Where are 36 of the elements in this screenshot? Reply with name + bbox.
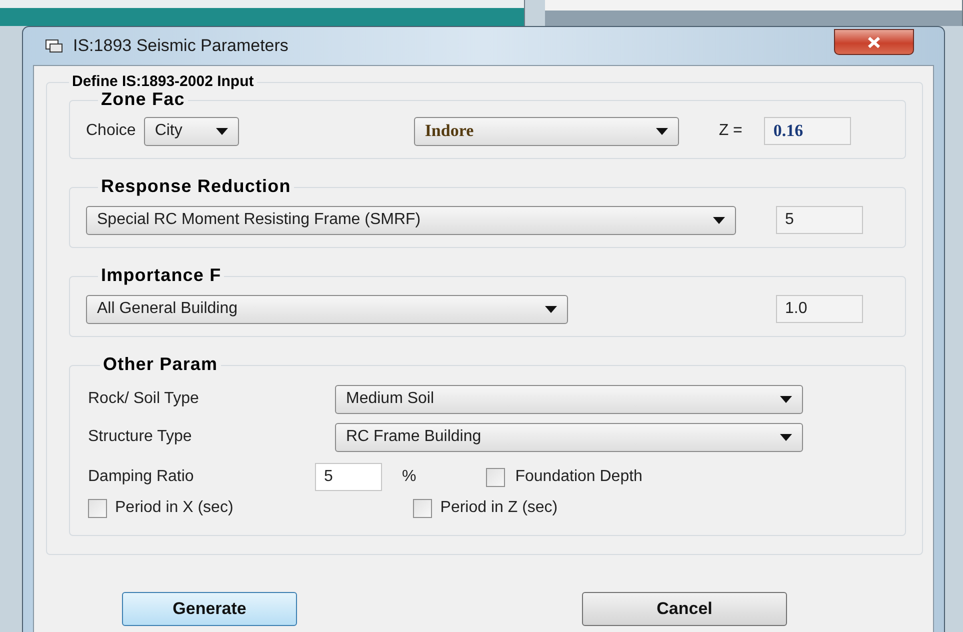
checkbox[interactable] [486,468,506,486]
caret-icon [216,128,228,134]
field-label: Structure Type [88,428,193,446]
checkbox[interactable] [88,498,107,518]
input-field[interactable]: 5 [315,463,382,491]
field-label: Rock/ Soil Type [88,390,200,408]
caret-icon [656,128,668,134]
dialog-button[interactable]: Generate [122,592,297,626]
window-title: IS:1893 Seismic Parameters [73,36,288,56]
dropdown[interactable]: Special RC Moment Resisting Frame (SMRF) [86,206,736,234]
caret-icon [780,396,792,402]
close-icon [867,36,881,48]
checkbox-label: Period in X (sec) [115,499,234,517]
caret-icon [713,216,725,224]
input-field[interactable]: 0.16 [764,117,852,145]
dropdown[interactable]: All General Building [86,294,568,324]
field-label: Damping Ratio [88,468,195,486]
field-label: Z = [718,122,742,140]
window-icon [45,39,63,53]
checkbox[interactable] [413,498,432,518]
dropdown[interactable]: Indore [414,116,679,146]
field-label: Choice [86,122,136,140]
input-field[interactable]: 1.0 [776,295,863,323]
group-title: Define IS:1893-2002 Input [69,73,257,90]
dialog-button[interactable]: Cancel [582,592,787,626]
dropdown[interactable]: Medium Soil [335,384,803,414]
unit-label: % [402,468,416,486]
group-title: Response Reduction [98,176,294,197]
checkbox-label: Foundation Depth [515,468,642,486]
dropdown[interactable]: City [144,116,239,146]
caret-icon [545,306,557,312]
caret-icon [780,434,792,440]
input-field[interactable]: 5 [776,206,863,234]
dropdown[interactable]: RC Frame Building [335,422,803,452]
checkbox-label: Period in Z (sec) [440,499,558,517]
close-button[interactable] [834,29,914,55]
